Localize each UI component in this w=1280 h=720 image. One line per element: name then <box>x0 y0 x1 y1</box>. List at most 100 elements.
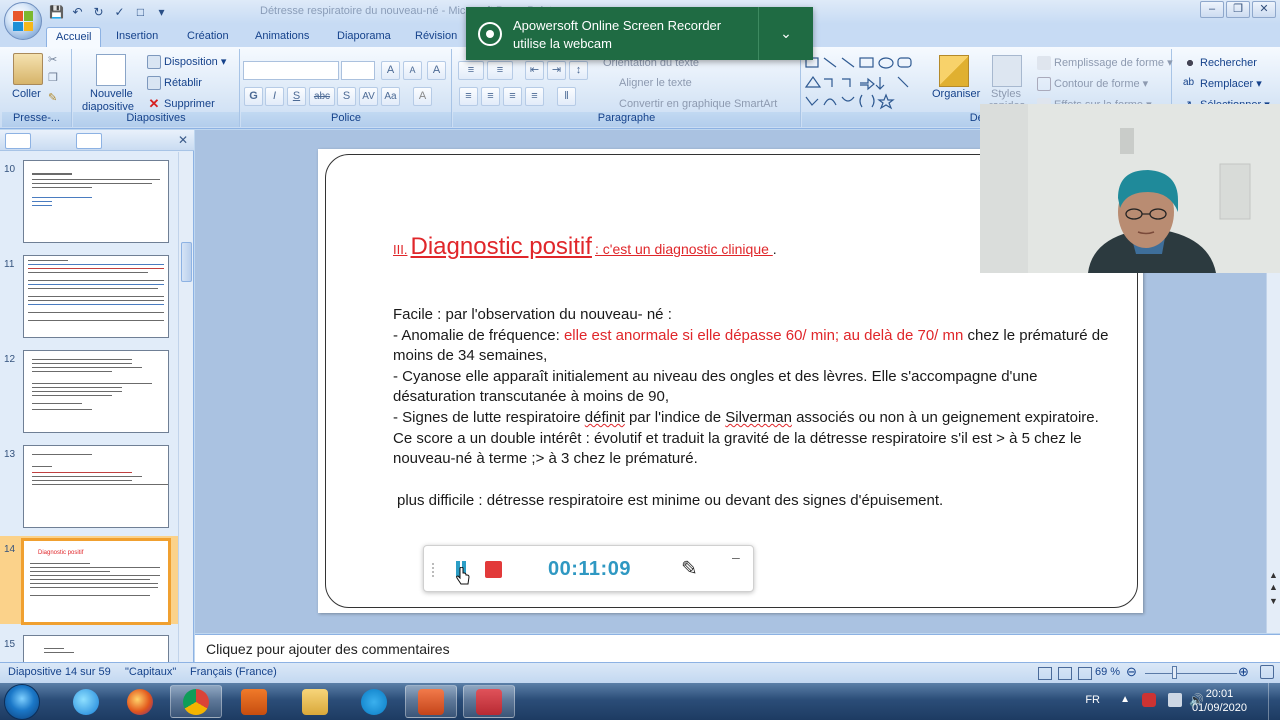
slideshow-icon[interactable] <box>1078 667 1092 680</box>
zoom-slider-thumb[interactable] <box>1172 666 1177 679</box>
slide-thumbnail-selected[interactable]: Diagnostic positif <box>21 538 171 625</box>
fit-to-window-icon[interactable] <box>1260 665 1274 679</box>
tab-revision[interactable]: Révision <box>406 27 466 47</box>
taskbar-app[interactable] <box>114 685 166 718</box>
zoom-out-icon[interactable]: ⊖ <box>1126 664 1137 680</box>
taskbar-app[interactable] <box>463 685 515 718</box>
tab-diaporama[interactable]: Diaporama <box>328 27 400 47</box>
char-spacing-icon[interactable]: AV <box>359 87 378 106</box>
shape-outline-button[interactable]: Contour de forme ▾ <box>1037 77 1148 92</box>
zoom-level[interactable]: 69 % <box>1095 666 1120 678</box>
zoom-slider[interactable] <box>1145 673 1237 674</box>
shrink-font-button[interactable]: A <box>403 61 422 80</box>
restore-icon[interactable]: ❐ <box>1226 1 1250 18</box>
slide-thumbnail[interactable] <box>23 255 169 338</box>
font-name-combo[interactable] <box>243 61 339 80</box>
slide-thumbnail[interactable] <box>23 350 169 433</box>
zoom-in-icon[interactable]: ⊕ <box>1238 664 1249 680</box>
show-hidden-icons-icon[interactable]: ▲ <box>1120 694 1130 705</box>
arrange-button[interactable]: Organiser <box>932 88 980 100</box>
bullets-icon[interactable]: ≡ <box>458 61 484 80</box>
tab-insertion[interactable]: Insertion <box>107 27 167 47</box>
paste-button[interactable]: Coller <box>12 88 41 100</box>
slide-thumbnail[interactable] <box>23 445 169 528</box>
reset-button[interactable]: Rétablir <box>147 76 202 90</box>
minimize-icon[interactable]: – <box>1200 1 1224 18</box>
format-painter-icon[interactable]: ✎ <box>48 91 57 104</box>
drag-handle[interactable] <box>432 563 434 577</box>
slide-title[interactable]: III. Diagnostic positif : c'est un diagn… <box>393 233 777 261</box>
taskbar-app[interactable] <box>289 685 341 718</box>
slide-thumbnail[interactable] <box>23 635 169 662</box>
webcam-notification[interactable]: Apowersoft Online Screen Recorder utilis… <box>466 7 813 60</box>
change-case-icon[interactable]: Aa <box>381 87 400 106</box>
slide-thumbnail[interactable] <box>23 160 169 243</box>
increase-indent-icon[interactable]: ⇥ <box>547 61 566 80</box>
strikethrough-button[interactable]: abc <box>309 87 335 106</box>
taskbar-app[interactable] <box>405 685 457 718</box>
stop-icon[interactable] <box>485 561 502 578</box>
clear-format-button[interactable]: A <box>427 61 446 80</box>
save-icon[interactable]: 💾 <box>48 4 65 20</box>
start-button[interactable] <box>4 684 40 720</box>
annotate-pen-icon[interactable]: ✎ <box>681 556 698 581</box>
network-icon[interactable] <box>1168 693 1182 707</box>
taskbar-app[interactable] <box>170 685 222 718</box>
notes-pane[interactable]: Cliquez pour ajouter des commentaires <box>195 634 1280 662</box>
redo-icon[interactable]: ↻ <box>90 4 107 20</box>
shadow-button[interactable]: S <box>337 87 356 106</box>
find-button[interactable]: Rechercher <box>1183 56 1257 70</box>
taskbar-app[interactable] <box>60 685 112 718</box>
slide-body[interactable]: Facile : par l'observation du nouveau- n… <box>393 305 1113 470</box>
close-icon[interactable]: ✕ <box>1252 1 1276 18</box>
shapes-gallery[interactable] <box>804 55 916 111</box>
minimize-recorder-button[interactable]: – <box>732 549 740 565</box>
close-pane-icon[interactable]: ✕ <box>178 133 188 147</box>
tab-animations[interactable]: Animations <box>246 27 318 47</box>
show-desktop-button[interactable] <box>1268 683 1280 720</box>
spellcheck-icon[interactable]: ✓ <box>111 4 128 20</box>
italic-button[interactable]: I <box>265 87 284 106</box>
justify-icon[interactable]: ≡ <box>525 87 544 106</box>
quick-styles-label1[interactable]: Styles <box>991 88 1021 100</box>
next-slide-icon[interactable]: ▼ <box>1269 596 1278 606</box>
align-center-icon[interactable]: ≡ <box>481 87 500 106</box>
office-button[interactable] <box>4 2 42 40</box>
line-spacing-icon[interactable]: ↕ <box>569 61 588 80</box>
scrollbar-thumb[interactable] <box>181 242 192 282</box>
action-center-icon[interactable] <box>1142 693 1156 707</box>
normal-view-icon[interactable] <box>1038 667 1052 680</box>
slides-tab[interactable] <box>5 133 31 149</box>
undo-icon[interactable]: ↶ <box>69 4 86 20</box>
outline-tab[interactable] <box>76 133 102 149</box>
customize-icon[interactable]: ▾ <box>153 4 170 20</box>
new-slide-icon[interactable]: □ <box>132 4 149 20</box>
tab-accueil[interactable]: Accueil <box>46 27 102 47</box>
system-clock[interactable]: 20:01 01/09/2020 <box>1192 687 1247 715</box>
font-size-combo[interactable] <box>341 61 375 80</box>
slides-pane-scrollbar[interactable] <box>178 152 193 662</box>
language-indicator[interactable]: Français (France) <box>190 666 277 678</box>
tab-creation[interactable]: Création <box>178 27 238 47</box>
cut-icon[interactable]: ✂ <box>48 53 57 66</box>
replace-button[interactable]: ab Remplacer ▾ <box>1183 77 1262 91</box>
copy-icon[interactable]: ❐ <box>48 71 58 84</box>
shape-fill-button[interactable]: Remplissage de forme ▾ <box>1037 56 1173 71</box>
numbering-icon[interactable]: ≡ <box>487 61 513 80</box>
slide-sorter-icon[interactable] <box>1058 667 1072 680</box>
decrease-indent-icon[interactable]: ⇤ <box>525 61 544 80</box>
taskbar-app[interactable] <box>348 685 400 718</box>
new-slide-button-label1[interactable]: Nouvelle <box>90 88 133 100</box>
smartart-button[interactable]: Convertir en graphique SmartArt <box>619 98 777 110</box>
bold-button[interactable]: G <box>244 87 263 106</box>
scroll-up-icon[interactable]: ▲ <box>1269 570 1278 580</box>
delete-button[interactable]: ✕ Supprimer <box>147 97 215 111</box>
taskbar-app[interactable] <box>228 685 280 718</box>
prev-slide-icon[interactable]: ▲ <box>1269 582 1278 592</box>
input-language[interactable]: FR <box>1085 694 1100 706</box>
layout-button[interactable]: Disposition ▾ <box>147 55 226 70</box>
align-right-icon[interactable]: ≡ <box>503 87 522 106</box>
chevron-down-icon[interactable]: ⌄ <box>758 7 813 60</box>
align-text-button[interactable]: Aligner le texte <box>619 77 692 89</box>
underline-button[interactable]: S <box>287 87 306 106</box>
